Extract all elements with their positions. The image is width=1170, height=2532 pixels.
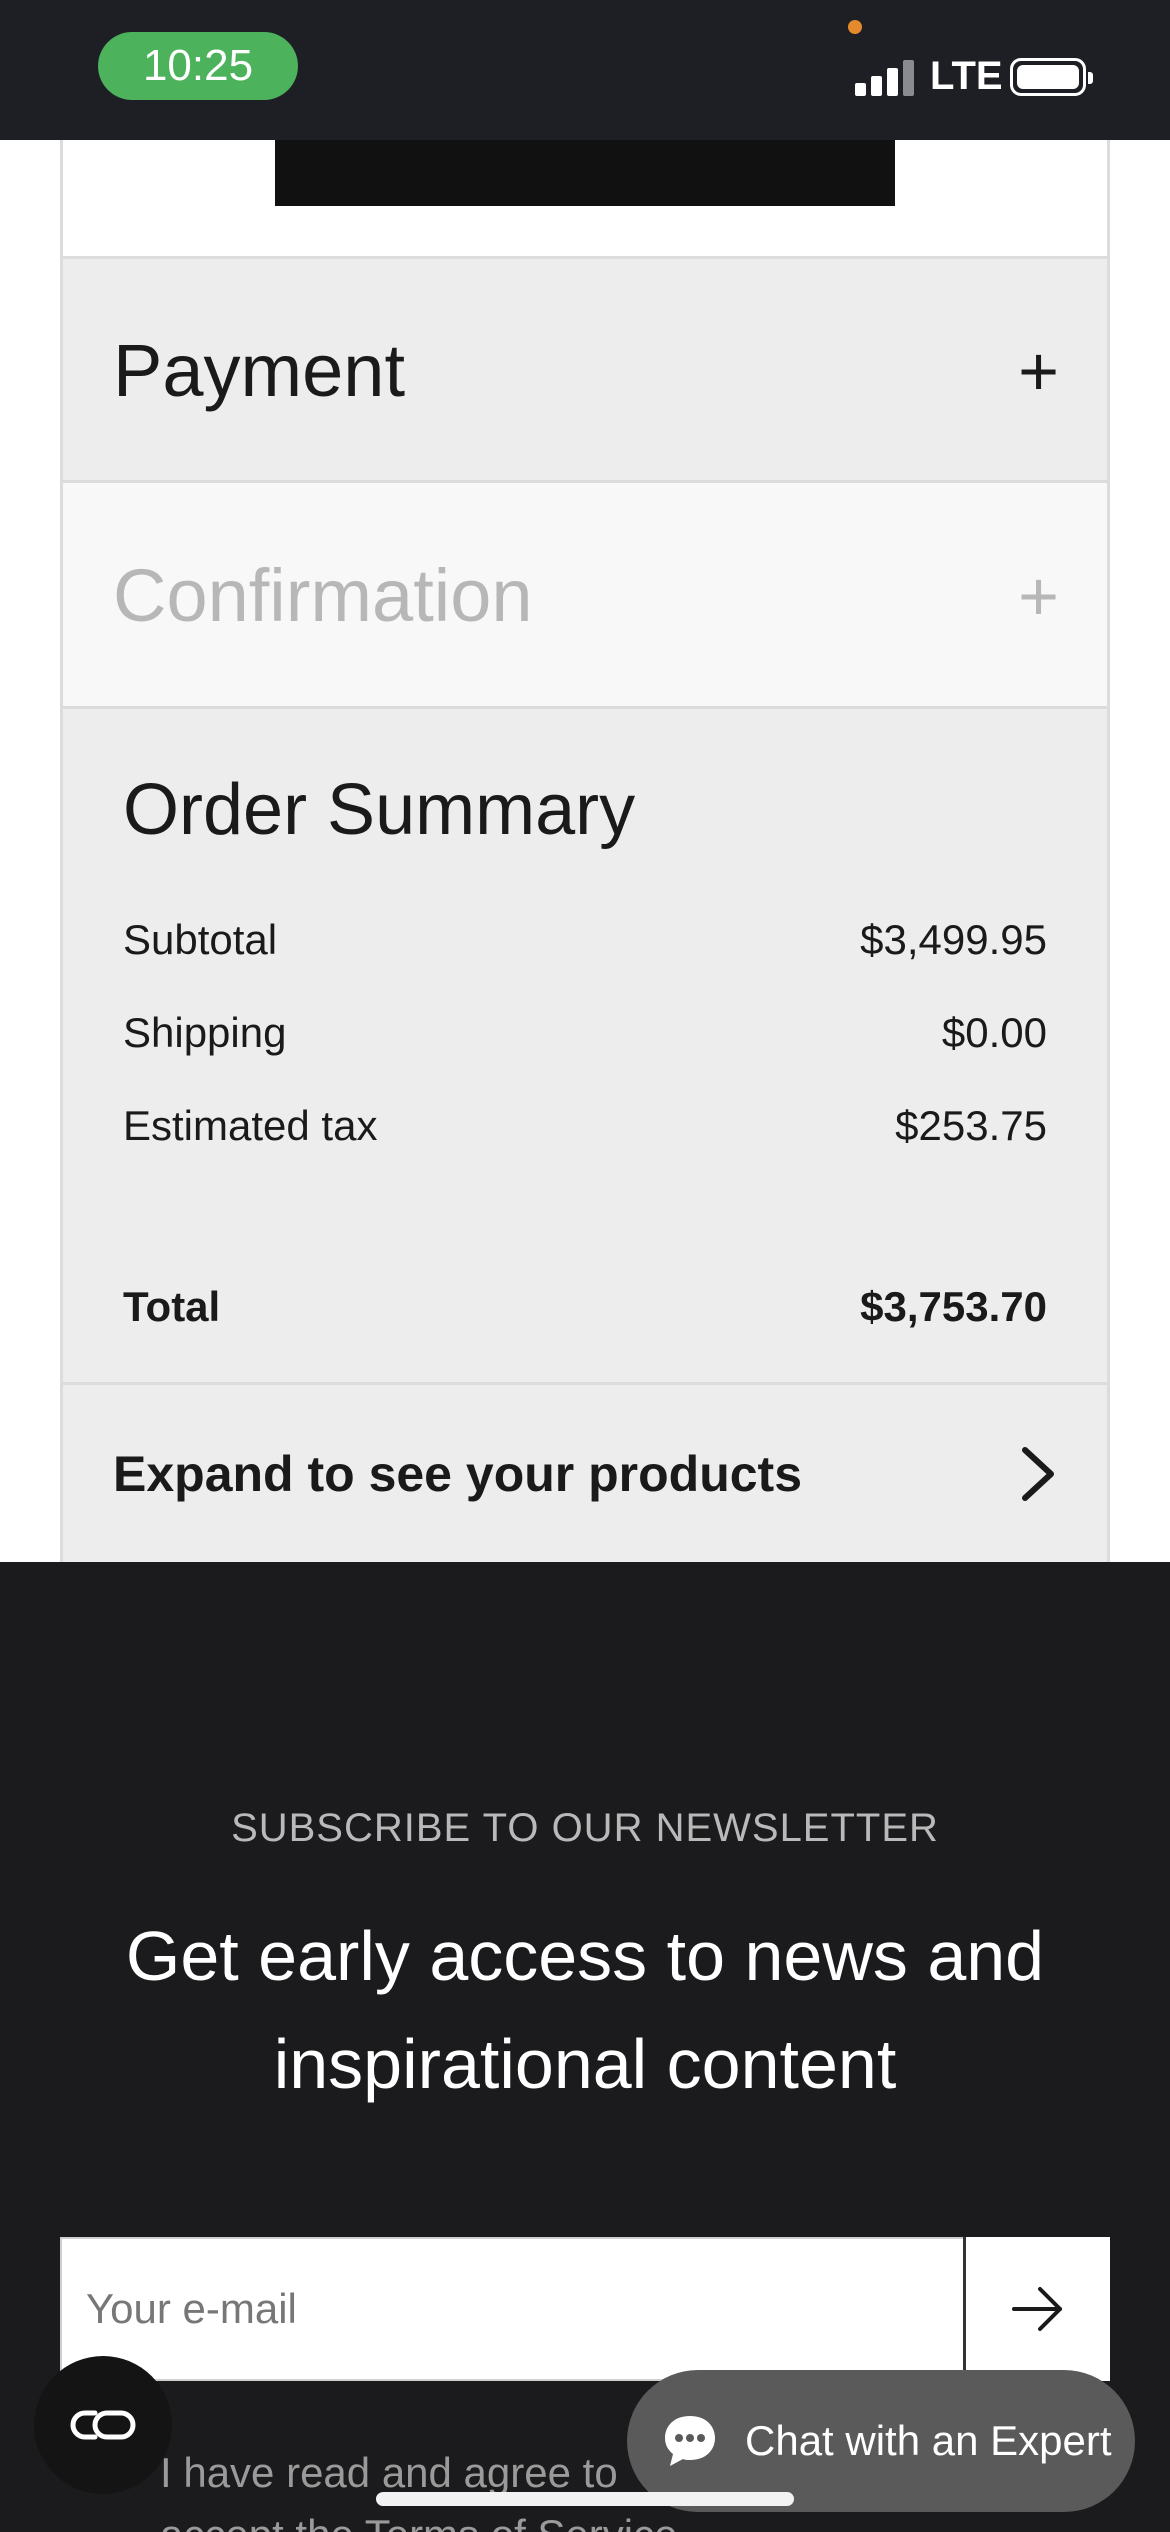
chat-bubble-icon <box>665 2416 715 2466</box>
continue-button[interactable] <box>275 140 895 206</box>
chevron-right-icon <box>1022 1446 1054 1501</box>
home-indicator[interactable] <box>376 2492 794 2506</box>
plus-icon[interactable]: + <box>1018 336 1059 406</box>
terms-line: accept the Terms of Service <box>160 2504 677 2532</box>
summary-row-subtotal: Subtotal $3,499.95 <box>123 893 1047 986</box>
summary-row-shipping: Shipping $0.00 <box>123 986 1047 1079</box>
confirmation-title: Confirmation <box>113 554 533 637</box>
newsletter-submit-button[interactable] <box>963 2237 1110 2381</box>
summary-row-label: Estimated tax <box>123 1101 378 1149</box>
summary-row-total: Total $3,753.70 <box>123 1260 1047 1353</box>
summary-row-value: $3,499.95 <box>860 915 1047 963</box>
loop-widget-button[interactable] <box>34 2356 172 2494</box>
total-label: Total <box>123 1282 221 1330</box>
expand-products-label: Expand to see your products <box>113 1445 803 1502</box>
loop-icon <box>70 2410 136 2440</box>
payment-section-header[interactable]: Payment + <box>60 256 1110 482</box>
payment-title: Payment <box>113 329 406 412</box>
network-type-label: LTE <box>930 54 1003 98</box>
terms-text: I have read and agree to accept the Term… <box>160 2442 677 2532</box>
status-time: 10:25 <box>98 32 298 100</box>
newsletter-kicker: SUBSCRIBE TO OUR NEWSLETTER <box>231 1806 939 1850</box>
summary-row-value: $253.75 <box>895 1101 1047 1149</box>
summary-row-value: $0.00 <box>941 1008 1047 1056</box>
order-summary-title: Order Summary <box>123 770 636 850</box>
summary-row-label: Shipping <box>123 1008 287 1056</box>
email-field-container <box>60 2237 965 2381</box>
confirmation-section-header: Confirmation + <box>60 480 1110 708</box>
headline-line: inspirational content <box>273 2025 897 2103</box>
expand-products-button[interactable]: Expand to see your products <box>60 1382 1110 1562</box>
cellular-signal-icon <box>855 58 915 96</box>
order-summary: Order Summary Subtotal $3,499.95 Shippin… <box>60 706 1110 1386</box>
chat-with-expert-button[interactable]: Chat with an Expert <box>627 2370 1135 2512</box>
newsletter-headline: Get early access to news and inspiration… <box>60 1902 1110 2118</box>
summary-row-tax: Estimated tax $253.75 <box>123 1079 1047 1172</box>
plus-icon: + <box>1018 556 1059 635</box>
summary-row-label: Subtotal <box>123 915 278 963</box>
email-input[interactable] <box>86 2285 963 2333</box>
arrow-right-icon <box>1012 2287 1062 2331</box>
headline-line: Get early access to news and <box>125 1917 1045 1995</box>
status-bar: 10:25 LTE <box>0 0 1170 140</box>
privacy-indicator-dot <box>848 20 862 34</box>
total-value: $3,753.70 <box>860 1282 1047 1330</box>
battery-icon <box>1010 58 1093 96</box>
previous-step-card <box>60 140 1110 258</box>
chat-button-label: Chat with an Expert <box>745 2417 1112 2464</box>
